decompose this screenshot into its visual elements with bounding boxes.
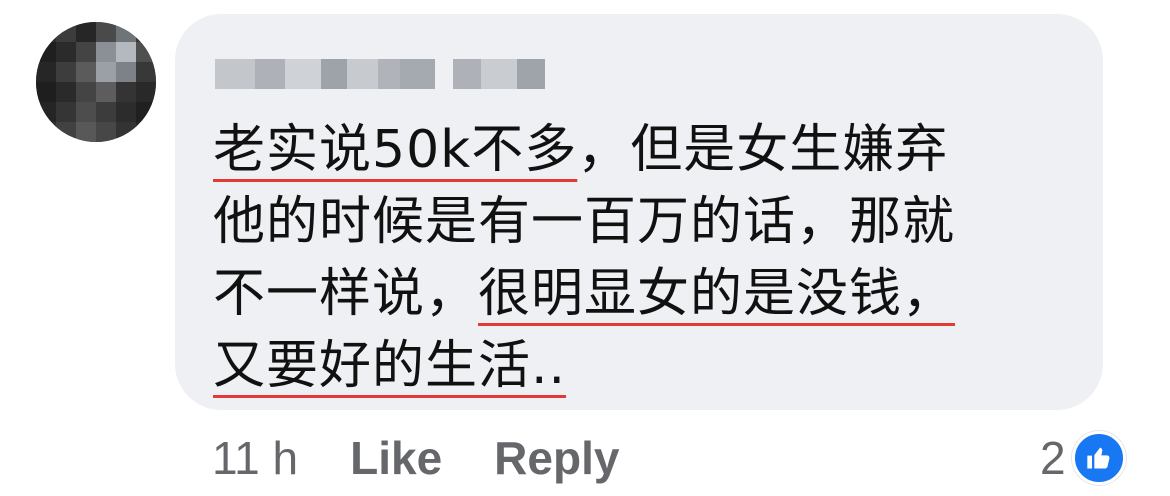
text-segment: 不一样说， — [213, 264, 479, 324]
comment-line: 他的时候是有一百万的话，那就 — [213, 192, 955, 252]
underlined-text-segment: 老实说50k不多 — [213, 120, 578, 180]
reaction-summary[interactable]: 2 — [1040, 426, 1126, 490]
underlined-text-segment: 很明显女的是没钱， — [478, 264, 956, 324]
text-segment: ，但是女生嫌弃 — [577, 120, 949, 180]
avatar[interactable] — [36, 22, 156, 142]
comment-line: 不一样说，很明显女的是没钱， — [213, 264, 955, 324]
like-button[interactable]: Like — [350, 431, 442, 485]
author-name-redacted[interactable] — [215, 52, 545, 96]
comment-text: 老实说50k不多，但是女生嫌弃 他的时候是有一百万的话，那就 不一样说，很明显女的是… — [213, 114, 1073, 402]
comment-line: 又要好的生活.. — [213, 336, 566, 396]
redacted-name-part — [453, 59, 545, 89]
comment-line: 老实说50k不多，但是女生嫌弃 — [213, 120, 948, 180]
text-segment: 他的时候是有一百万的话，那就 — [213, 192, 956, 252]
reply-button[interactable]: Reply — [494, 431, 619, 485]
timestamp[interactable]: 11 h — [212, 431, 298, 485]
comment-actions: 11 h Like Reply — [212, 426, 619, 490]
comment-bubble: 老实说50k不多，但是女生嫌弃 他的时候是有一百万的话，那就 不一样说，很明显女的是… — [175, 14, 1103, 410]
redacted-name-part — [215, 59, 435, 89]
comment-screen: 老实说50k不多，但是女生嫌弃 他的时候是有一百万的话，那就 不一样说，很明显女的是… — [0, 0, 1170, 496]
avatar-pixelated-image — [36, 22, 156, 142]
underlined-text-segment: 又要好的生活.. — [213, 336, 567, 396]
reaction-count: 2 — [1040, 432, 1066, 484]
thumbs-up-icon — [1071, 431, 1126, 485]
